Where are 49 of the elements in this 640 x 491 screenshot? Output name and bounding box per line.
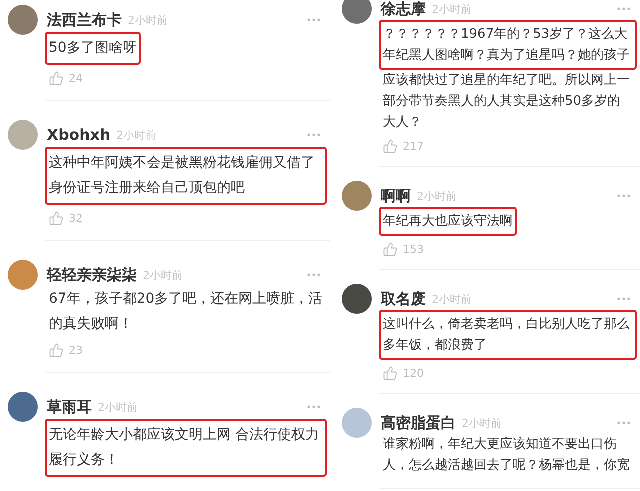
avatar-placeholder[interactable] [342, 0, 372, 24]
comment-text: 67年，孩子都20多了吧，还在网上喷脏，活的真失败啊！ [48, 290, 324, 334]
like-count: 23 [69, 344, 83, 356]
more-icon[interactable] [617, 194, 631, 198]
comment-author-name[interactable]: 草雨耳 [47, 398, 92, 416]
post-time: 2小时前 [143, 268, 183, 282]
highlighted-comment-text: ？？？？？？1967年的？53岁了？这么大年纪黑人图啥啊？真为了追星吗？她的孩子 [379, 20, 637, 70]
more-icon[interactable] [307, 133, 321, 137]
more-icon[interactable] [617, 7, 631, 11]
comment-author-name[interactable]: Xbohxh [47, 126, 111, 144]
highlighted-comment-text: 这叫什么，倚老卖老吗，白比别人吃了那么多年饭，都浪费了 [379, 310, 637, 360]
comment-author-name[interactable]: 轻轻亲亲柒柒 [47, 266, 137, 284]
avatar-placeholder[interactable] [8, 5, 38, 35]
thumbs-up-icon[interactable] [383, 138, 398, 154]
highlighted-comment-text: 无论年龄大小都应该文明上网 合法行使权力履行义务！ [45, 419, 327, 477]
highlighted-comment-text: 年纪再大也应该守法啊 [379, 207, 517, 236]
post-time: 2小时前 [128, 12, 168, 28]
more-icon[interactable] [307, 273, 321, 277]
post-time: 2小时前 [98, 400, 138, 414]
avatar-placeholder[interactable] [342, 284, 372, 314]
thumbs-up-icon[interactable] [383, 366, 398, 380]
highlighted-comment-text: 这种中年阿姨不会是被黑粉花钱雇佣又借了身份证号注册来给自己顶包的吧 [45, 147, 327, 205]
more-icon[interactable] [617, 297, 631, 301]
thumbs-up-icon[interactable] [49, 70, 64, 86]
post-time: 2小时前 [432, 292, 472, 306]
avatar-placeholder[interactable] [8, 392, 38, 422]
thumbs-up-icon[interactable] [49, 342, 64, 358]
like-count: 217 [403, 140, 424, 152]
like-count: 153 [403, 242, 424, 256]
highlighted-comment-text: 50多了图啥呀 [45, 32, 141, 65]
thumbs-up-icon[interactable] [49, 210, 64, 226]
post-time: 2小时前 [432, 2, 472, 16]
post-time: 2小时前 [417, 188, 457, 204]
comment-text: 谁家粉啊，年纪大更应该知道不要出口伤人，怎么越活越回去了呢？杨幂也是，你宽 [382, 436, 631, 475]
comment-author-name[interactable]: 徐志摩 [381, 0, 426, 18]
comment-author-name[interactable]: 高密脂蛋白 [381, 414, 456, 432]
post-time: 2小时前 [462, 416, 502, 430]
comment-text: 应该都快过了追星的年纪了吧。所以网上一部分带节奏黑人的人其实是这种50多岁的大人？ [382, 72, 631, 132]
more-icon[interactable] [617, 421, 631, 425]
post-time: 2小时前 [116, 128, 157, 142]
like-count: 120 [403, 366, 424, 380]
more-icon[interactable] [307, 405, 321, 409]
comment-author-name[interactable]: 法西兰布卡 [47, 10, 122, 30]
thumbs-up-icon[interactable] [383, 242, 398, 256]
like-count: 32 [69, 212, 83, 224]
like-count: 24 [69, 72, 83, 84]
comment-author-name[interactable]: 取名废 [381, 290, 426, 308]
more-icon[interactable] [307, 18, 321, 22]
comment-author-name[interactable]: 啊啊 [381, 186, 411, 206]
